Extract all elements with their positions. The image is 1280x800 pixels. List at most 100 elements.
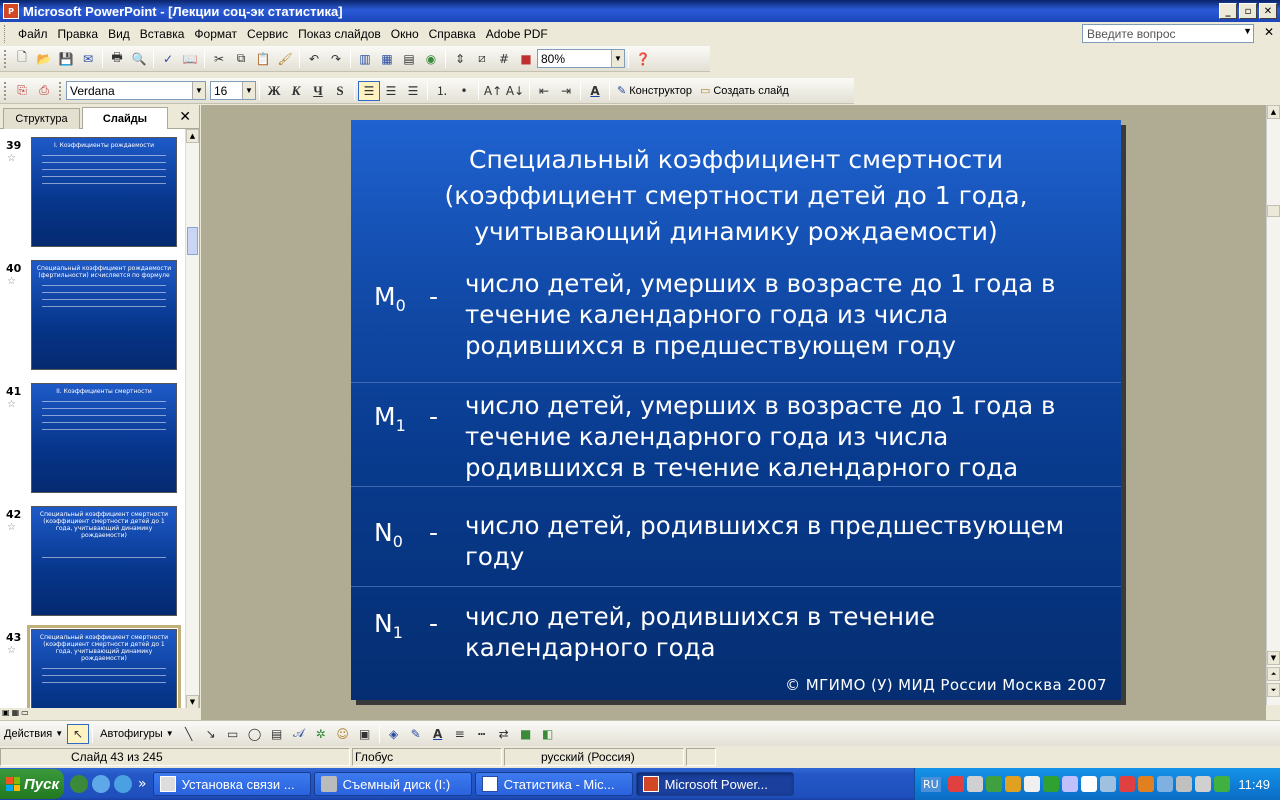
animation-star-icon[interactable]: ☆: [7, 276, 16, 287]
close-button[interactable]: ✕: [1259, 3, 1277, 19]
animation-star-icon[interactable]: ☆: [7, 399, 16, 410]
arrow-style-icon[interactable]: ⇄: [493, 724, 515, 744]
current-slide[interactable]: Специальный коэффициент смертности (коэф…: [351, 120, 1121, 700]
font-size-dropdown-icon[interactable]: ▼: [242, 82, 255, 99]
3d-style-icon[interactable]: ◧: [537, 724, 559, 744]
slide-title[interactable]: Специальный коэффициент смертности (коэф…: [351, 142, 1121, 250]
pane-close-button[interactable]: ✕: [179, 109, 191, 125]
tray-archive-icon[interactable]: [1137, 776, 1154, 792]
menu-edit[interactable]: Правка: [53, 25, 104, 43]
menu-view[interactable]: Вид: [103, 25, 135, 43]
copy-icon[interactable]: ⧉: [230, 49, 252, 69]
shadow-style-icon[interactable]: ■: [515, 724, 537, 744]
select-pointer-icon[interactable]: ↖: [67, 723, 90, 744]
color-grayscale-icon[interactable]: ■: [515, 49, 537, 69]
bold-button[interactable]: Ж: [263, 81, 285, 101]
textbox-tool-icon[interactable]: ▤: [266, 724, 288, 744]
tray-utility-icon[interactable]: [1004, 776, 1021, 792]
browser-icon[interactable]: [114, 775, 132, 793]
toolbar-grip[interactable]: [4, 49, 8, 68]
tray-monitor-icon[interactable]: [1042, 776, 1059, 792]
dash-style-icon[interactable]: ┅: [471, 724, 493, 744]
editor-scroll-down-icon[interactable]: ▼: [1267, 651, 1280, 665]
show-grid-icon[interactable]: #: [493, 49, 515, 69]
task-powerpoint[interactable]: Microsoft Power...: [635, 772, 794, 796]
underline-button[interactable]: Ч: [307, 81, 329, 101]
slide-thumbnail[interactable]: I. Коэффициенты рождаемости: [31, 137, 177, 247]
new-slide-button[interactable]: ▭ Создать слайд: [696, 84, 793, 98]
format-toolbar-grip[interactable]: [59, 81, 63, 100]
task-connection[interactable]: Установка связи ...: [152, 772, 311, 796]
insert-picture-icon[interactable]: ▣: [354, 724, 376, 744]
open-folder-icon[interactable]: 📂: [33, 49, 55, 69]
insert-table-icon[interactable]: ▦: [376, 49, 398, 69]
zoom-dropdown-icon[interactable]: ▼: [611, 50, 624, 67]
system-clock[interactable]: 11:49: [1238, 777, 1270, 792]
save-icon[interactable]: 💾: [55, 49, 77, 69]
editor-scrollbar[interactable]: ▲ ▼ ⏶ ⏷: [1266, 105, 1280, 705]
slide-sorter-icon[interactable]: ▦: [12, 708, 20, 720]
insert-diagram-icon[interactable]: ◉: [420, 49, 442, 69]
slide-thumbnail[interactable]: Специальный коэффициент рождаемости (фер…: [31, 260, 177, 370]
scroll-up-icon[interactable]: ▲: [186, 129, 199, 143]
previous-slide-icon[interactable]: ⏶: [1267, 667, 1280, 681]
font-size-combo[interactable]: 16 ▼: [210, 81, 256, 100]
editor-scroll-up-icon[interactable]: ▲: [1267, 105, 1280, 119]
arrow-tool-icon[interactable]: ↘: [200, 724, 222, 744]
increase-indent-icon[interactable]: ⇥: [555, 81, 577, 101]
align-left-icon[interactable]: ☰: [358, 80, 380, 101]
font-name-dropdown-icon[interactable]: ▼: [192, 82, 205, 99]
align-right-icon[interactable]: ☰: [402, 81, 424, 101]
tray-panda-icon[interactable]: [1080, 776, 1097, 792]
language-indicator[interactable]: RU: [921, 776, 941, 792]
tray-antivirus-icon[interactable]: [947, 776, 964, 792]
zoom-combo[interactable]: 80% ▼: [537, 49, 625, 68]
tray-mail-icon[interactable]: [1061, 776, 1078, 792]
menu-tools[interactable]: Сервис: [242, 25, 293, 43]
powerpoint-app-icon[interactable]: P: [3, 3, 19, 19]
help-icon[interactable]: ❓: [632, 49, 654, 69]
research-icon[interactable]: 📖: [179, 49, 201, 69]
tray-shield-icon[interactable]: [1118, 776, 1135, 792]
scroll-down-icon[interactable]: ▼: [186, 695, 199, 709]
tray-security-icon[interactable]: [1175, 776, 1192, 792]
thumbnails-scrollbar[interactable]: ▲ ▼: [185, 129, 199, 709]
convert-email-pdf-icon[interactable]: ⎙: [33, 81, 55, 101]
menu-help[interactable]: Справка: [424, 25, 481, 43]
menu-insert[interactable]: Вставка: [135, 25, 190, 43]
increase-font-icon[interactable]: A↑: [482, 81, 504, 101]
permission-icon[interactable]: ✉: [77, 49, 99, 69]
tray-network-icon[interactable]: [966, 776, 983, 792]
tables-borders-icon[interactable]: ▤: [398, 49, 420, 69]
show-formatting-icon[interactable]: ⧄: [471, 49, 493, 69]
tab-outline[interactable]: Структура: [3, 108, 80, 129]
editor-scroll-thumb[interactable]: [1267, 205, 1280, 217]
scroll-thumb[interactable]: [187, 227, 198, 255]
oval-tool-icon[interactable]: ◯: [244, 724, 266, 744]
cut-icon[interactable]: ✂: [208, 49, 230, 69]
actions-menu[interactable]: Действия ▼: [0, 728, 67, 740]
help-search-input[interactable]: Введите вопрос ▼: [1082, 24, 1254, 43]
help-dropdown-icon[interactable]: ▼: [1243, 26, 1252, 36]
spelling-icon[interactable]: ✓: [157, 49, 179, 69]
tray-download-icon[interactable]: [1156, 776, 1173, 792]
insert-chart-icon[interactable]: ▥: [354, 49, 376, 69]
decrease-font-icon[interactable]: A↓: [504, 81, 526, 101]
animation-star-icon[interactable]: ☆: [7, 153, 16, 164]
tray-display-icon[interactable]: [1099, 776, 1116, 792]
paste-icon[interactable]: 📋: [252, 49, 274, 69]
tray-chat-icon[interactable]: [1023, 776, 1040, 792]
internet-explorer-icon[interactable]: [92, 775, 110, 793]
shadow-button[interactable]: S: [329, 81, 351, 101]
line-tool-icon[interactable]: ╲: [178, 724, 200, 744]
media-player-icon[interactable]: [70, 775, 88, 793]
bullets-icon[interactable]: •: [453, 81, 475, 101]
line-color-icon[interactable]: ✎: [405, 724, 427, 744]
print-icon[interactable]: 🖶: [106, 49, 128, 69]
print-preview-icon[interactable]: 🔍: [128, 49, 150, 69]
minimize-button[interactable]: _: [1219, 3, 1237, 19]
menu-grip[interactable]: [4, 25, 9, 43]
font-name-combo[interactable]: Verdana ▼: [66, 81, 206, 100]
slide-thumbnail[interactable]: II. Коэффициенты смертности: [31, 383, 177, 493]
task-word-statistics[interactable]: Статистика - Mic...: [474, 772, 633, 796]
